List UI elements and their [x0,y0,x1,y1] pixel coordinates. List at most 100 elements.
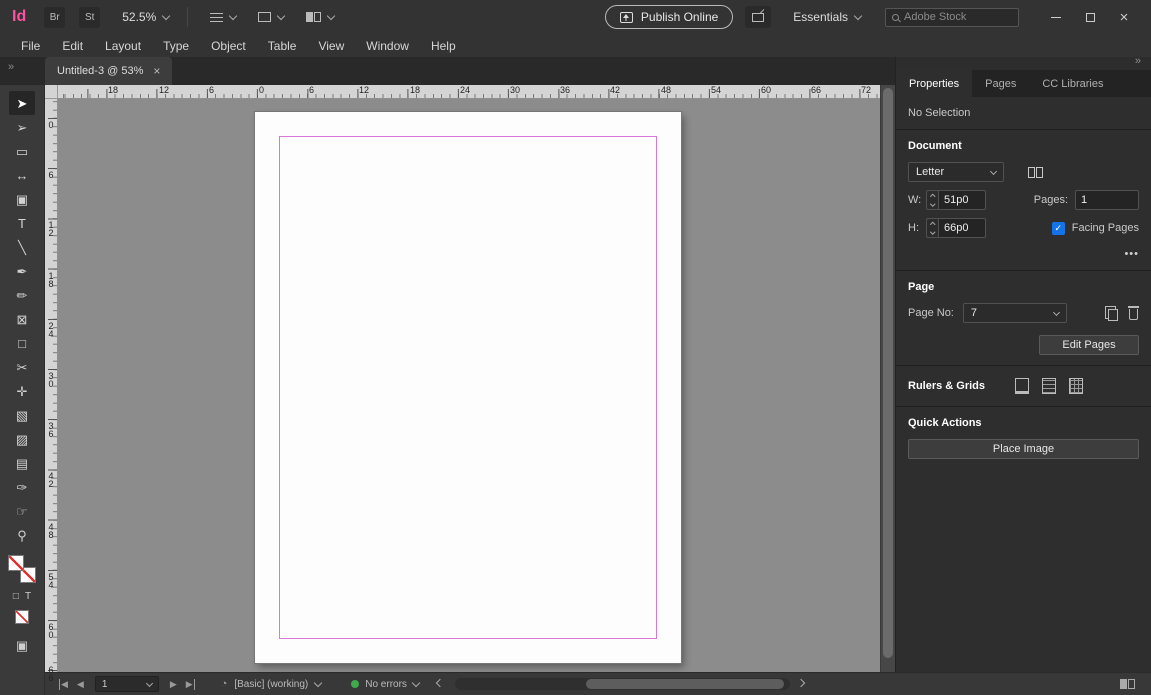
more-options-icon[interactable]: ••• [1124,248,1139,260]
document-page[interactable] [255,112,681,663]
search-input[interactable] [904,11,1012,23]
formatting-container-icon[interactable]: □ [13,591,19,602]
menu-file[interactable]: File [10,39,51,53]
previous-page-icon[interactable]: ◀ [77,679,84,690]
page-no-select[interactable]: 7 [962,303,1067,323]
zoom-dropdown[interactable]: 52.5% [122,10,171,24]
width-field[interactable] [938,190,986,210]
preflight-status-menu[interactable]: No errors [351,679,421,690]
horizontal-scrollbar[interactable] [454,678,790,690]
tab-pages[interactable]: Pages [972,70,1029,97]
canvas-area[interactable] [58,99,880,672]
publish-online-button[interactable]: Publish Online [604,5,734,29]
formatting-toggles: □ T [13,591,31,602]
height-stepper[interactable] [926,218,938,238]
menu-table[interactable]: Table [257,39,308,53]
apply-none-swatch[interactable] [15,610,29,624]
bridge-button[interactable]: Br [44,6,66,28]
page-number-dropdown[interactable]: 1 [94,676,159,692]
document-tab[interactable]: Untitled-3 @ 53% × [45,57,173,85]
preflight-menu[interactable]: ◔ [Basic] (working) [221,678,323,690]
expand-dock-icon[interactable]: » [8,61,14,73]
close-button[interactable]: × [1107,3,1141,31]
collapse-dock-icon[interactable]: » [1135,55,1141,67]
menu-window[interactable]: Window [355,39,420,53]
ruler-origin-corner[interactable] [45,85,58,99]
note-tool[interactable]: ▤ [9,451,35,475]
menu-type[interactable]: Type [152,39,200,53]
gradient-feather-tool[interactable]: ▨ [9,427,35,451]
scroll-right-icon[interactable] [796,678,806,688]
horizontal-ruler[interactable]: 18 12 6 0 6 12 18 24 30 36 42 48 54 60 6… [58,85,880,99]
pencil-tool[interactable]: ✏ [9,283,35,307]
gradient-swatch-tool[interactable]: ▧ [9,403,35,427]
minimize-button[interactable] [1039,3,1073,31]
vertical-ruler[interactable]: 0 6 12 18 24 30 36 42 48 54 60 66 [45,99,58,681]
scissors-tool[interactable]: ✂ [9,355,35,379]
vertical-scrollbar[interactable] [880,85,895,672]
maximize-button[interactable] [1073,3,1107,31]
tab-properties[interactable]: Properties [896,70,973,97]
view-options-dropdown[interactable] [258,11,286,22]
last-page-icon[interactable]: ▶ [186,678,195,690]
panel-dock-header: » [896,55,1151,70]
fill-swatch[interactable] [8,555,24,571]
vertical-scrollbar-thumb[interactable] [883,88,893,658]
document-tab-title: Untitled-3 @ 53% [57,65,144,77]
scroll-left-icon[interactable] [435,678,445,688]
ruler-units-icon[interactable] [1015,378,1030,394]
pen-tool[interactable]: ✒ [9,259,35,283]
next-page-icon[interactable]: ▶ [170,679,177,690]
workspace-switcher[interactable]: Essentials [793,10,863,24]
vruler-label: 0 [46,120,56,128]
screen-mode-toggle-icon[interactable]: ▣ [16,638,28,654]
close-tab-icon[interactable]: × [153,64,160,78]
formatting-text-icon[interactable]: T [25,591,31,602]
menu-help[interactable]: Help [420,39,467,53]
color-theme-tool[interactable]: ✑ [9,475,35,499]
menu-object[interactable]: Object [200,39,257,53]
fill-stroke-swatches[interactable] [8,555,36,583]
page-size-select[interactable]: Letter [908,162,1004,182]
menu-edit[interactable]: Edit [51,39,94,53]
menu-view[interactable]: View [307,39,355,53]
tab-cc-libraries[interactable]: CC Libraries [1029,70,1116,97]
baseline-grid-icon[interactable] [1042,378,1057,394]
stock-button[interactable]: St [79,6,101,28]
height-label: H: [908,222,919,234]
type-tool[interactable]: T [9,211,35,235]
spread-view-icon[interactable] [1120,679,1135,689]
free-transform-tool[interactable]: ✛ [9,379,35,403]
rectangle-frame-tool[interactable]: ⊠ [9,307,35,331]
content-collector-tool[interactable]: ▣ [9,187,35,211]
document-grid-icon[interactable] [1069,378,1084,394]
share-button[interactable] [745,6,772,28]
first-page-icon[interactable]: ◀ [59,678,68,690]
screen-mode-dropdown[interactable] [306,11,336,22]
hruler-label: 18 [108,85,119,95]
delete-page-icon[interactable] [1128,306,1139,320]
horizontal-scrollbar-thumb[interactable] [585,679,784,689]
add-page-icon[interactable] [1105,306,1118,322]
rectangle-tool[interactable]: □ [9,331,35,355]
margin-guides [279,136,657,639]
edit-pages-button[interactable]: Edit Pages [1039,335,1139,355]
stroke-presets-dropdown[interactable] [210,11,238,22]
selection-tool[interactable]: ➤ [9,91,35,115]
width-stepper[interactable] [926,190,938,210]
pages-field[interactable] [1075,190,1139,210]
gap-tool[interactable]: ↔ [9,163,35,187]
place-image-button[interactable]: Place Image [908,439,1139,459]
landscape-icon [1028,166,1043,178]
hand-tool[interactable]: ☞ [9,499,35,523]
orientation-landscape-button[interactable] [1028,166,1043,178]
facing-pages-checkbox[interactable]: ✓ [1051,221,1065,235]
adobe-stock-search[interactable] [885,7,1019,27]
quick-actions-header: Quick Actions [908,417,982,429]
line-tool[interactable]: ╲ [9,235,35,259]
direct-selection-tool[interactable]: ➢ [9,115,35,139]
zoom-tool[interactable]: ⚲ [9,523,35,547]
menu-layout[interactable]: Layout [94,39,152,53]
height-field[interactable] [938,218,986,238]
page-tool[interactable]: ▭ [9,139,35,163]
